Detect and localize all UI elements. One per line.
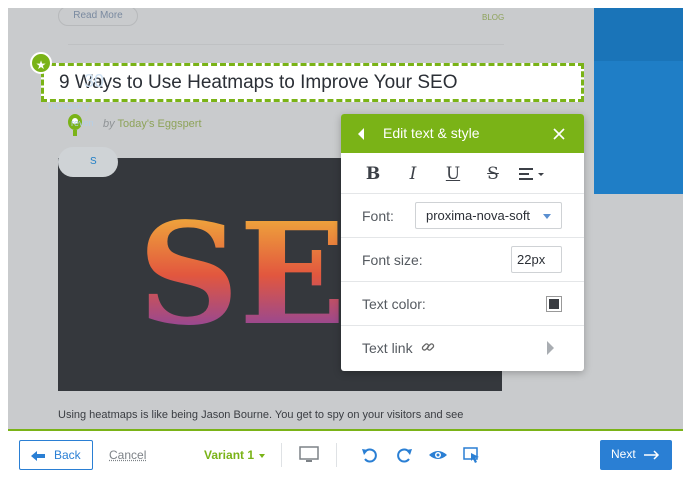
author-name: Today's Eggspert [117,118,202,130]
blog-tag: BLOG [482,13,505,22]
font-size-row: Font size: 22px [341,238,584,282]
select-cursor-icon[interactable] [462,446,482,464]
font-value: proxima-nova-soft [426,208,531,223]
star-icon: ★ [30,52,52,74]
divider [336,443,337,467]
bottom-toolbar: Back Cancel Variant 1 Next [8,429,683,479]
align-left-icon[interactable] [519,168,545,180]
desktop-icon[interactable] [299,446,319,464]
promo-number: 30 [84,71,105,91]
undo-icon[interactable] [360,446,380,464]
chevron-down-icon[interactable] [259,454,265,458]
chevron-down-icon [543,214,551,219]
variant-dropdown[interactable]: Variant 1 [204,448,254,462]
next-button[interactable]: Next [600,440,672,470]
text-color-row: Text color: [341,282,584,326]
divider [281,443,282,467]
edit-text-style-popup: Edit text & style B I U S Font: proxima-… [341,114,584,371]
back-triangle-icon[interactable] [355,126,367,142]
redo-icon[interactable] [394,446,414,464]
format-toolbar: B I U S [341,153,584,194]
selected-title-element[interactable]: 9 Ways to Use Heatmaps to Improve Your S… [41,63,584,102]
cancel-button[interactable]: Cancel [109,448,146,462]
promo-panel [594,8,683,194]
arrow-right-icon [644,450,660,460]
bold-button[interactable]: B [362,163,384,185]
eye-icon[interactable] [428,446,448,464]
link-icon [421,343,435,351]
divider [68,44,504,45]
underline-button[interactable]: U [442,163,464,185]
text-link-row[interactable]: Text link [341,326,584,370]
font-label: Font: [362,208,394,224]
font-row: Font: proxima-nova-soft [341,194,584,238]
popup-header: Edit text & style [341,114,584,153]
color-swatch-fill [549,299,559,309]
italic-button[interactable]: I [402,163,424,185]
arrow-left-icon [31,451,45,461]
author-byline: by Today's Eggspert [103,118,202,130]
strikethrough-button[interactable]: S [482,163,504,185]
back-label: Back [54,448,81,462]
back-button[interactable]: Back [19,440,93,470]
promo-line-2: reven [71,118,94,128]
text-link-label: Text link [362,340,413,356]
font-size-input[interactable]: 22px [511,246,562,273]
read-more-button[interactable]: Read More [58,8,138,26]
article-title[interactable]: 9 Ways to Use Heatmaps to Improve Your S… [59,72,457,94]
author-prefix: by [103,118,115,130]
promo-line-1: Increase y [48,101,90,111]
color-swatch[interactable] [546,296,562,312]
font-size-label: Font size: [362,252,423,268]
close-icon[interactable] [551,126,567,142]
text-color-label: Text color: [362,296,426,312]
popup-title: Edit text & style [383,125,480,141]
chevron-right-icon[interactable] [547,341,554,355]
article-body-text[interactable]: Using heatmaps is like being Jason Bourn… [58,409,463,421]
next-label: Next [611,447,636,461]
font-select[interactable]: proxima-nova-soft [415,202,562,229]
promo-button[interactable]: S [58,147,118,177]
